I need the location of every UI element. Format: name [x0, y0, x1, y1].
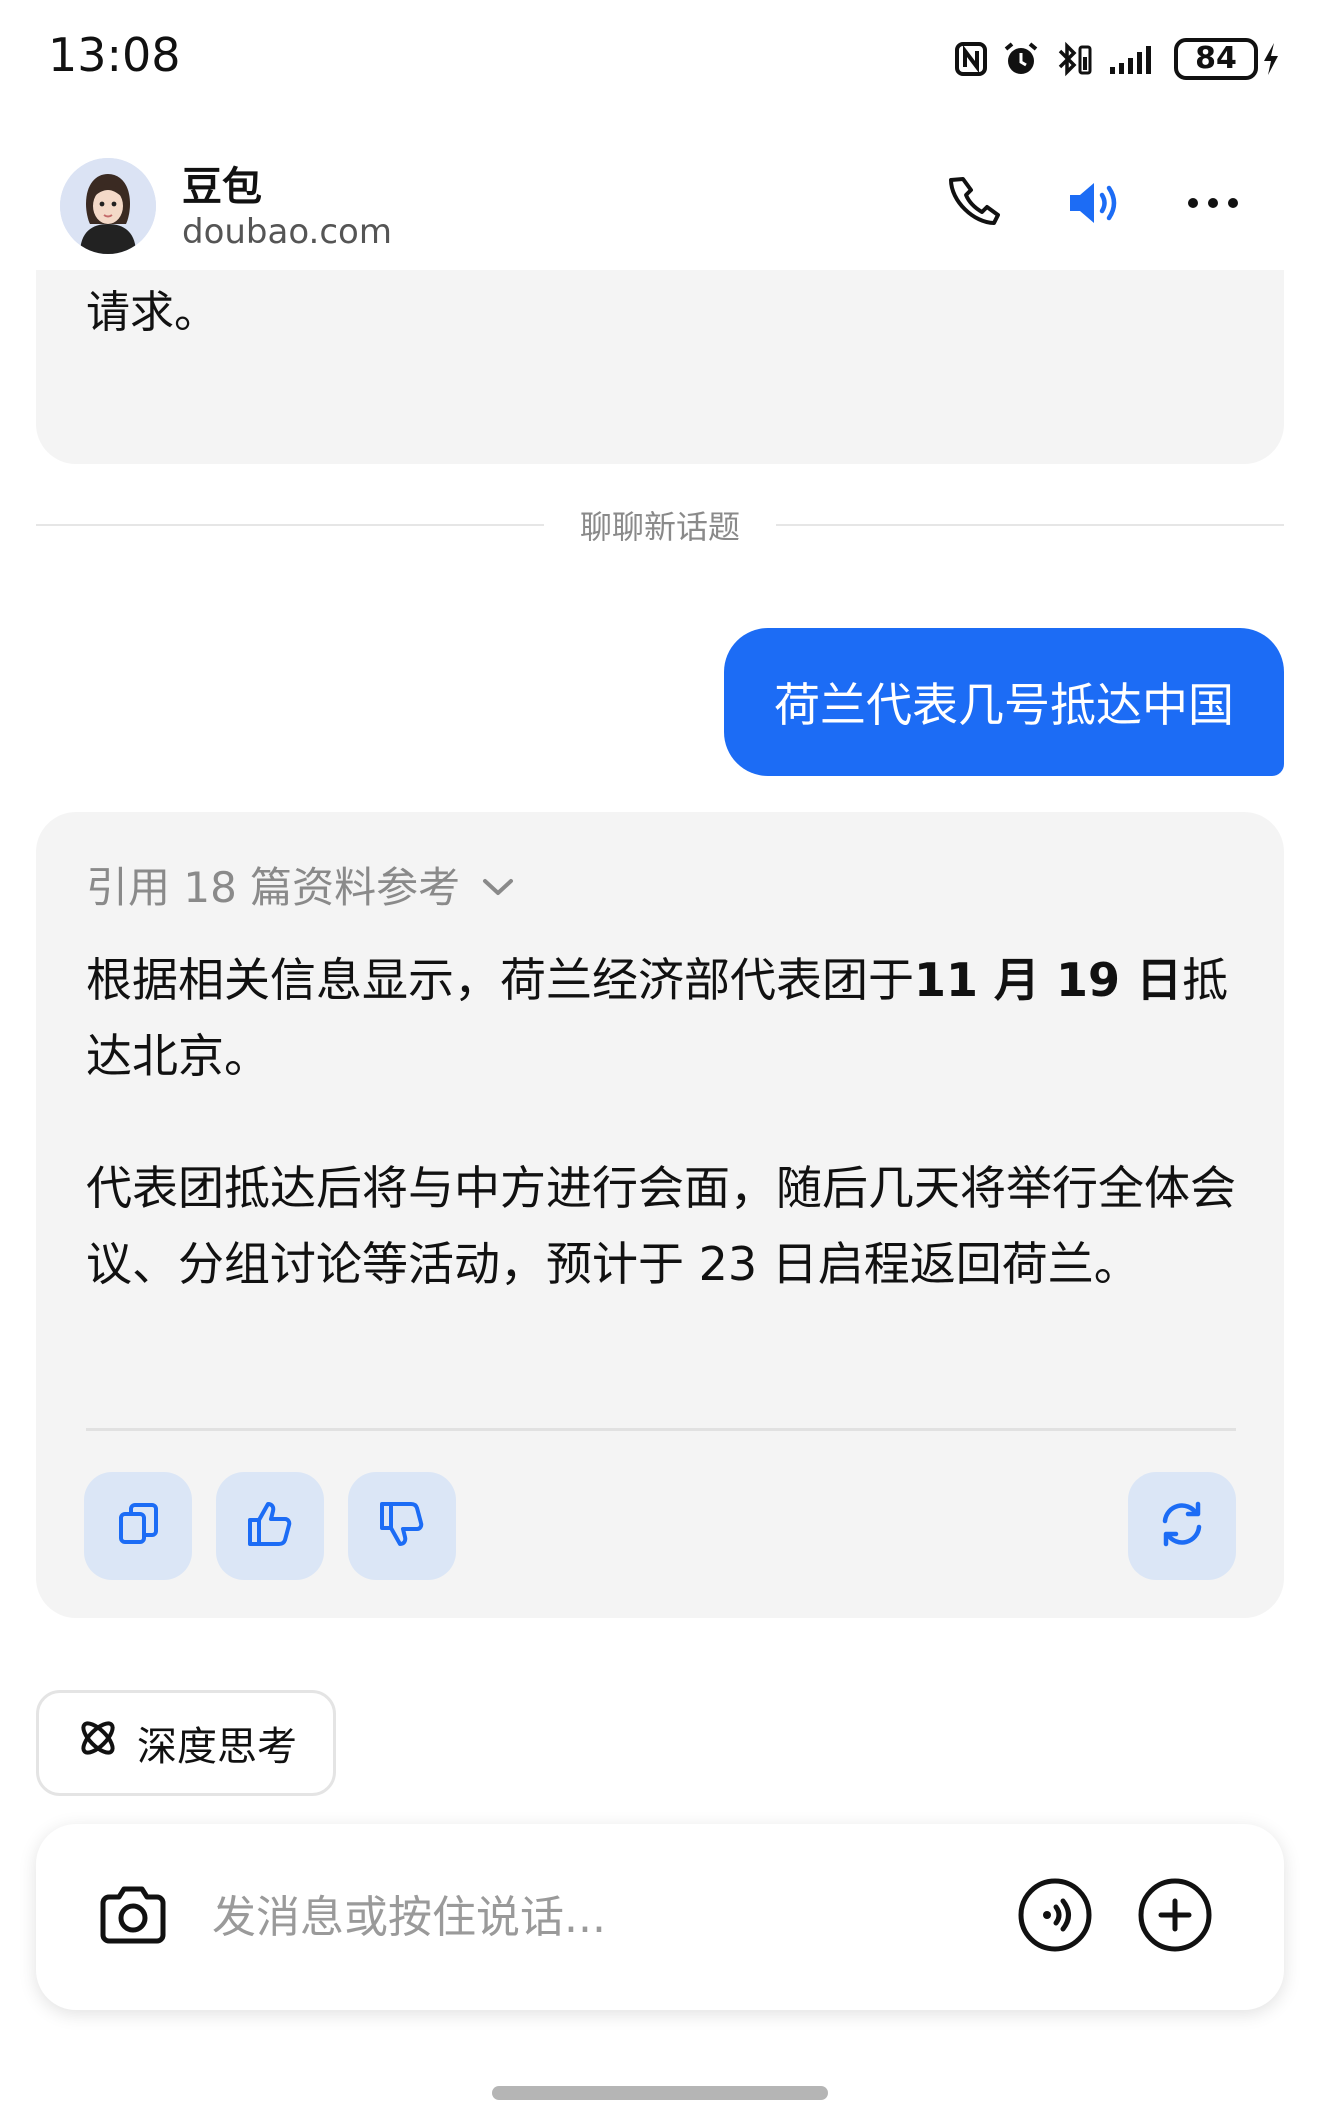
camera-button[interactable]: [92, 1876, 174, 1958]
message-input[interactable]: [212, 1884, 812, 1950]
nfc-icon: [954, 41, 988, 77]
more-icon: [1183, 193, 1243, 217]
new-topic-label: 聊聊新话题: [580, 508, 741, 546]
battery-icon: 84: [1174, 38, 1280, 80]
camera-icon: [97, 1883, 169, 1951]
more-options-button[interactable]: [1178, 170, 1248, 240]
divider-line: [36, 524, 544, 526]
status-bar: 13:08 84: [0, 0, 1320, 110]
add-attachment-button[interactable]: [1134, 1876, 1216, 1958]
divider-line: [776, 524, 1285, 526]
message-input-bar: [36, 1824, 1284, 2010]
charging-icon: [1262, 42, 1280, 76]
status-time: 13:08: [48, 28, 181, 82]
plus-icon: [1137, 1877, 1213, 1957]
chat-header: 豆包 doubao.com: [0, 140, 1320, 270]
thumbs-down-icon: [376, 1498, 428, 1554]
answer-paragraph: 根据相关信息显示，荷兰经济部代表团于11 月 19 日抵达北京。: [86, 942, 1246, 1094]
home-indicator[interactable]: [492, 2086, 828, 2100]
thumbs-up-icon: [244, 1498, 296, 1554]
answer-highlight-date: 11 月 19 日: [914, 953, 1183, 1007]
assistant-message-card: 引用 18 篇资料参考 根据相关信息显示，荷兰经济部代表团于11 月 19 日抵…: [36, 812, 1284, 1618]
speaker-button[interactable]: [1060, 170, 1130, 240]
alarm-icon: [1002, 40, 1040, 78]
avatar[interactable]: [60, 158, 156, 254]
previous-message: 题。此前，中方已同意荷兰经济部派员来华磋商的 请求。: [36, 250, 1284, 464]
user-message-bubble[interactable]: 荷兰代表几号抵达中国: [724, 628, 1284, 776]
battery-level: 84: [1174, 38, 1258, 80]
answer-text: 根据相关信息显示，荷兰经济部代表团于: [86, 953, 914, 1007]
atom-icon: [75, 1715, 121, 1771]
status-icons: 84: [954, 36, 1280, 82]
answer-paragraph: 代表团抵达后将与中方进行会面，随后几天将举行全体会议、分组讨论等活动，预计于 2…: [86, 1161, 1236, 1291]
previous-message-line: 请求。: [86, 287, 218, 338]
deep-think-label: 深度思考: [137, 1724, 297, 1770]
new-topic-divider: 聊聊新话题: [36, 500, 1285, 550]
assistant-answer-text: 根据相关信息显示，荷兰经济部代表团于11 月 19 日抵达北京。 代表团抵达后将…: [86, 942, 1246, 1302]
copy-icon: [113, 1499, 163, 1553]
phone-call-button[interactable]: [942, 170, 1012, 240]
references-label: 引用 18 篇资料参考: [86, 863, 461, 912]
thumbs-up-button[interactable]: [216, 1472, 324, 1580]
bluetooth-icon: [1054, 41, 1094, 77]
speaker-icon: [1064, 173, 1126, 237]
copy-button[interactable]: [84, 1472, 192, 1580]
chat-title: 豆包: [182, 164, 262, 210]
deep-think-button[interactable]: 深度思考: [36, 1690, 336, 1796]
regenerate-icon: [1155, 1497, 1209, 1555]
chevron-down-icon: [480, 860, 516, 909]
card-divider: [86, 1428, 1236, 1431]
signal-icon: [1108, 41, 1160, 77]
voice-input-button[interactable]: [1014, 1876, 1096, 1958]
references-toggle[interactable]: 引用 18 篇资料参考: [86, 854, 516, 915]
regenerate-button[interactable]: [1128, 1472, 1236, 1580]
voice-wave-icon: [1017, 1877, 1093, 1957]
phone-icon: [947, 173, 1007, 237]
chat-subtitle: doubao.com: [182, 212, 392, 252]
thumbs-down-button[interactable]: [348, 1472, 456, 1580]
